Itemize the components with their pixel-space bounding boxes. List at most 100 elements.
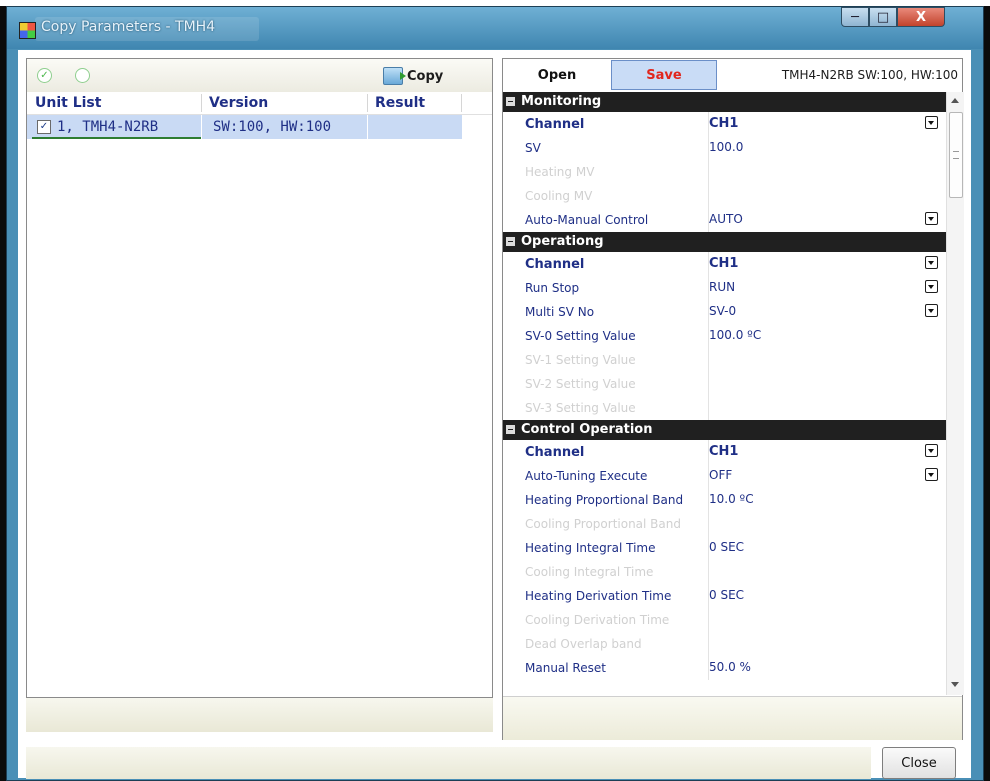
parameter-name: SV-3 Setting Value [525,401,636,415]
dropdown-arrow-icon[interactable] [925,212,938,225]
close-button[interactable]: Close [882,747,956,779]
parameter-row[interactable]: Channel CH1 [521,252,946,276]
parameter-name: Heating MV [525,165,595,179]
check-all-icon[interactable]: ✓ [37,68,52,83]
left-toolbar: ✓ Copy [27,59,492,93]
parameter-name: Heating Integral Time [525,541,656,555]
save-button[interactable]: Save [611,60,717,90]
title-bar[interactable]: Copy Parameters - TMH4 ─ □ X [7,7,983,49]
parameter-row[interactable]: Heating Derivation Time 0 SEC [521,584,946,608]
parameter-value[interactable]: 100.0 [709,140,743,154]
parameter-name: Manual Reset [525,661,606,675]
parameter-row[interactable]: Heating Proportional Band 10.0 ºC [521,488,946,512]
parameter-row: Cooling Derivation Time [521,608,946,632]
parameter-name: Channel [525,257,585,272]
parameter-value[interactable]: 100.0 ºC [709,328,761,342]
parameter-name: Cooling Integral Time [525,565,654,579]
parameter-name: Dead Overlap band [525,637,642,651]
collapse-icon[interactable] [506,425,515,434]
dropdown-arrow-icon[interactable] [925,256,938,269]
parameter-row: Cooling Proportional Band [521,512,946,536]
parameter-row[interactable]: Run Stop RUN [521,276,946,300]
right-status-bar [503,696,962,740]
parameter-row[interactable]: Auto-Manual Control AUTO [521,208,946,232]
parameter-row[interactable]: Multi SV No SV-0 [521,300,946,324]
parameter-row[interactable]: SV-0 Setting Value 100.0 ºC [521,324,946,348]
parameter-name: SV-2 Setting Value [525,377,636,391]
parameter-name: Heating Proportional Band [525,493,684,507]
collapse-icon[interactable] [506,97,515,106]
parameter-value[interactable]: RUN [709,280,735,294]
app-icon [19,22,36,39]
column-result[interactable]: Result [375,95,425,111]
dropdown-arrow-icon[interactable] [925,444,938,457]
section-header[interactable]: Monitoring [503,92,946,112]
parameter-row: Cooling MV [521,184,946,208]
parameter-grid: Monitoring Channel CH1 SV 100.0 Heating MV Coo… [503,92,946,695]
section-header[interactable]: Control Operation [503,420,946,440]
cell-separator [201,115,202,139]
scroll-up-icon[interactable] [951,98,959,103]
device-info: TMH4-N2RB SW:100, HW:100 [781,68,958,82]
parameter-panel: Open Save TMH4-N2RB SW:100, HW:100 Monit… [502,58,964,740]
collapse-icon[interactable] [506,237,515,246]
minimize-button[interactable]: ─ [841,7,869,27]
parameter-name: Run Stop [525,281,580,295]
copy-parameters-window: Copy Parameters - TMH4 ─ □ X ✓ Copy Unit… [6,6,984,781]
uncheck-all-icon[interactable] [75,68,90,83]
parameter-value[interactable]: AUTO [709,212,743,226]
parameter-name: Channel [525,117,585,132]
unit-checkbox[interactable]: ✓ [37,120,51,134]
parameter-row[interactable]: Auto-Tuning Execute OFF [521,464,946,488]
maximize-button[interactable]: □ [869,7,897,27]
dropdown-arrow-icon[interactable] [925,304,938,317]
parameter-row[interactable]: Heating Integral Time 0 SEC [521,536,946,560]
left-status-bar [26,698,493,732]
section-header[interactable]: Operationg [503,232,946,252]
parameter-row: SV-2 Setting Value [521,372,946,396]
parameter-value[interactable]: 0 SEC [709,540,744,554]
column-version[interactable]: Version [209,95,268,111]
dropdown-arrow-icon[interactable] [925,116,938,129]
parameter-name: Multi SV No [525,305,595,319]
parameter-row: SV-1 Setting Value [521,348,946,372]
bottom-status-bar [26,747,871,779]
window-title: Copy Parameters - TMH4 [41,19,216,35]
copy-label: Copy [407,68,444,84]
parameter-row[interactable]: Channel CH1 [521,440,946,464]
parameter-name: Heating Derivation Time [525,589,672,603]
open-button[interactable]: Open [505,60,609,90]
parameter-value[interactable]: SV-0 [709,304,736,318]
cell-separator [367,115,368,139]
right-toolbar: Open Save TMH4-N2RB SW:100, HW:100 [503,59,962,92]
parameter-value[interactable]: 50.0 % [709,660,751,674]
scroll-down-icon[interactable] [951,682,959,687]
parameter-row: SV-3 Setting Value [521,396,946,420]
close-window-button[interactable]: X [897,7,945,27]
parameter-value[interactable]: OFF [709,468,732,482]
copy-icon [383,67,406,85]
parameter-row[interactable]: Manual Reset 50.0 % [521,656,946,680]
copy-button[interactable]: Copy [383,65,443,87]
unit-list-header: Unit List Version Result [27,92,492,115]
parameter-row[interactable]: Channel CH1 [521,112,946,136]
unit-name: 1, TMH4-N2RB [57,119,159,135]
parameter-value[interactable]: CH1 [709,116,738,131]
unit-list-panel: ✓ Copy Unit List Version Result ✓ 1, TMH… [26,58,493,698]
parameter-name: Cooling Derivation Time [525,613,670,627]
section-title: Control Operation [521,422,653,437]
dropdown-arrow-icon[interactable] [925,468,938,481]
parameter-name: Cooling Proportional Band [525,517,681,531]
column-unit-list[interactable]: Unit List [35,95,101,111]
parameter-value[interactable]: 10.0 ºC [709,492,754,506]
parameter-name: Channel [525,445,585,460]
dropdown-arrow-icon[interactable] [925,280,938,293]
scroll-thumb[interactable] [949,112,963,198]
vertical-scrollbar[interactable] [946,92,964,695]
parameter-row[interactable]: SV 100.0 [521,136,946,160]
parameter-value[interactable]: 0 SEC [709,588,744,602]
column-separator [461,94,462,112]
parameter-value[interactable]: CH1 [709,256,738,271]
parameter-value[interactable]: CH1 [709,444,738,459]
table-row[interactable]: ✓ 1, TMH4-N2RB SW:100, HW:100 [27,115,462,139]
